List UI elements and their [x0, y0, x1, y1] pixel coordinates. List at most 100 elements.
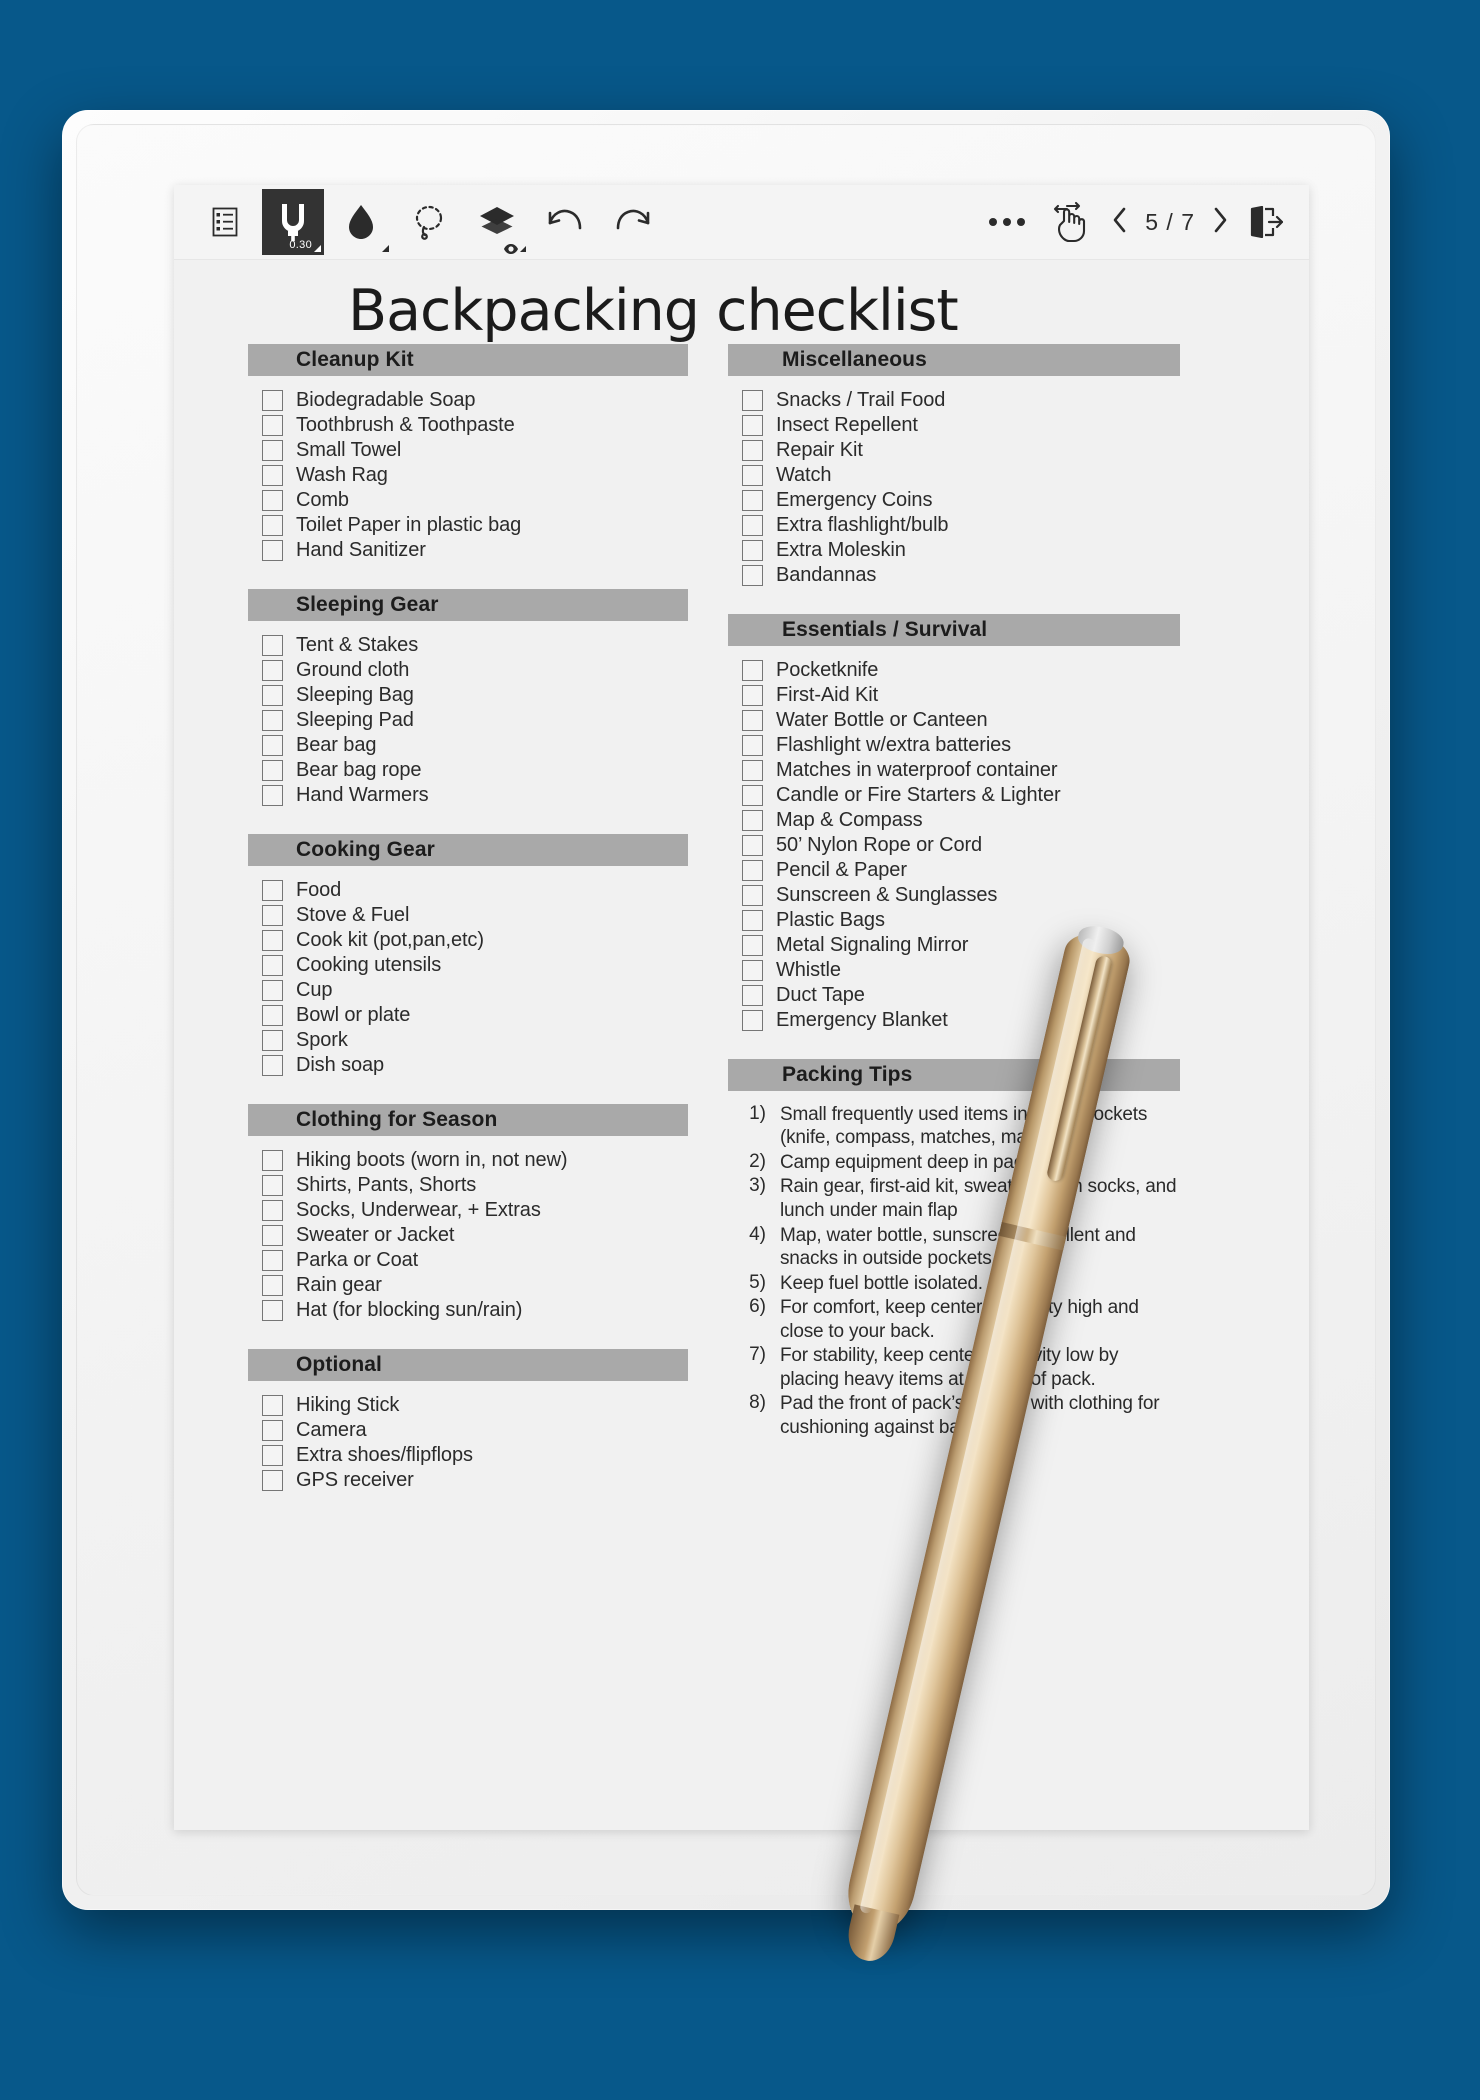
list-item[interactable]: Food [262, 878, 688, 903]
checkbox[interactable] [742, 439, 763, 461]
list-item[interactable]: Sweater or Jacket [262, 1223, 688, 1248]
checkbox[interactable] [262, 734, 283, 756]
list-item[interactable]: Spork [262, 1028, 688, 1053]
checkbox[interactable] [742, 934, 763, 956]
pen-expand-indicator[interactable] [314, 245, 321, 252]
checkbox[interactable] [742, 1009, 763, 1031]
pan-gesture-icon[interactable] [1051, 201, 1091, 243]
checkbox[interactable] [262, 1299, 283, 1321]
eraser-tool-icon[interactable] [330, 189, 392, 255]
list-item[interactable]: Small Towel [262, 438, 688, 463]
checkbox[interactable] [742, 909, 763, 931]
checkbox[interactable] [262, 1054, 283, 1076]
checkbox[interactable] [262, 929, 283, 951]
list-item[interactable]: Flashlight w/extra batteries [742, 733, 1180, 758]
list-item[interactable]: Bandannas [742, 563, 1180, 588]
checkbox[interactable] [262, 389, 283, 411]
lasso-select-icon[interactable] [398, 189, 460, 255]
checkbox[interactable] [742, 834, 763, 856]
more-options-icon[interactable] [983, 218, 1031, 226]
checkbox[interactable] [262, 539, 283, 561]
list-item[interactable]: Pocketknife [742, 658, 1180, 683]
list-item[interactable]: Whistle [742, 958, 1180, 983]
next-page-chevron-icon[interactable] [1211, 206, 1229, 239]
list-item[interactable]: Extra shoes/flipflops [262, 1443, 688, 1468]
list-item[interactable]: Wash Rag [262, 463, 688, 488]
exit-icon[interactable] [1249, 206, 1283, 238]
checkbox[interactable] [742, 514, 763, 536]
checkbox[interactable] [262, 979, 283, 1001]
list-item[interactable]: Metal Signaling Mirror [742, 933, 1180, 958]
list-item[interactable]: Toilet Paper in plastic bag [262, 513, 688, 538]
checkbox[interactable] [262, 879, 283, 901]
list-item[interactable]: Sunscreen & Sunglasses [742, 883, 1180, 908]
pen-tool-icon[interactable]: 0.30 [262, 189, 324, 255]
checkbox[interactable] [262, 784, 283, 806]
list-item[interactable]: Camera [262, 1418, 688, 1443]
list-item[interactable]: Ground cloth [262, 658, 688, 683]
list-item[interactable]: Hat (for blocking sun/rain) [262, 1298, 688, 1323]
notes-list-icon[interactable] [194, 189, 256, 255]
list-item[interactable]: Toothbrush & Toothpaste [262, 413, 688, 438]
list-item[interactable]: Map & Compass [742, 808, 1180, 833]
list-item[interactable]: Snacks / Trail Food [742, 388, 1180, 413]
checkbox[interactable] [262, 1029, 283, 1051]
list-item[interactable]: Cooking utensils [262, 953, 688, 978]
list-item[interactable]: Pencil & Paper [742, 858, 1180, 883]
checkbox[interactable] [262, 1419, 283, 1441]
checkbox[interactable] [742, 759, 763, 781]
checkbox[interactable] [742, 489, 763, 511]
list-item[interactable]: 50’ Nylon Rope or Cord [742, 833, 1180, 858]
list-item[interactable]: Duct Tape [742, 983, 1180, 1008]
checkbox[interactable] [262, 954, 283, 976]
checkbox[interactable] [262, 514, 283, 536]
checkbox[interactable] [262, 1174, 283, 1196]
list-item[interactable]: Matches in waterproof container [742, 758, 1180, 783]
checkbox[interactable] [262, 659, 283, 681]
list-item[interactable]: Dish soap [262, 1053, 688, 1078]
checkbox[interactable] [742, 539, 763, 561]
list-item[interactable]: Repair Kit [742, 438, 1180, 463]
checkbox[interactable] [262, 1004, 283, 1026]
list-item[interactable]: Extra Moleskin [742, 538, 1180, 563]
checkbox[interactable] [742, 959, 763, 981]
checkbox[interactable] [742, 859, 763, 881]
list-item[interactable]: Emergency Blanket [742, 1008, 1180, 1033]
checkbox[interactable] [742, 414, 763, 436]
list-item[interactable]: Bowl or plate [262, 1003, 688, 1028]
list-item[interactable]: Biodegradable Soap [262, 388, 688, 413]
list-item[interactable]: Water Bottle or Canteen [742, 708, 1180, 733]
checkbox[interactable] [742, 564, 763, 586]
list-item[interactable]: Rain gear [262, 1273, 688, 1298]
checkbox[interactable] [742, 884, 763, 906]
checkbox[interactable] [742, 659, 763, 681]
list-item[interactable]: Bear bag rope [262, 758, 688, 783]
list-item[interactable]: Hand Warmers [262, 783, 688, 808]
list-item[interactable]: Tent & Stakes [262, 633, 688, 658]
checkbox[interactable] [742, 984, 763, 1006]
list-item[interactable]: Candle or Fire Starters & Lighter [742, 783, 1180, 808]
list-item[interactable]: Shirts, Pants, Shorts [262, 1173, 688, 1198]
list-item[interactable]: Insect Repellent [742, 413, 1180, 438]
checkbox[interactable] [262, 759, 283, 781]
eraser-expand-indicator[interactable] [382, 245, 389, 252]
list-item[interactable]: GPS receiver [262, 1468, 688, 1493]
checkbox[interactable] [262, 1224, 283, 1246]
checkbox[interactable] [262, 439, 283, 461]
list-item[interactable]: Comb [262, 488, 688, 513]
checkbox[interactable] [742, 709, 763, 731]
checkbox[interactable] [742, 684, 763, 706]
checkbox[interactable] [262, 414, 283, 436]
list-item[interactable]: Parka or Coat [262, 1248, 688, 1273]
checkbox[interactable] [742, 389, 763, 411]
undo-icon[interactable] [534, 189, 596, 255]
layers-icon[interactable] [466, 189, 528, 255]
list-item[interactable]: Stove & Fuel [262, 903, 688, 928]
list-item[interactable]: Emergency Coins [742, 488, 1180, 513]
checkbox[interactable] [262, 1444, 283, 1466]
checkbox[interactable] [742, 464, 763, 486]
checkbox[interactable] [742, 809, 763, 831]
checkbox[interactable] [262, 1199, 283, 1221]
list-item[interactable]: Watch [742, 463, 1180, 488]
checkbox[interactable] [262, 684, 283, 706]
